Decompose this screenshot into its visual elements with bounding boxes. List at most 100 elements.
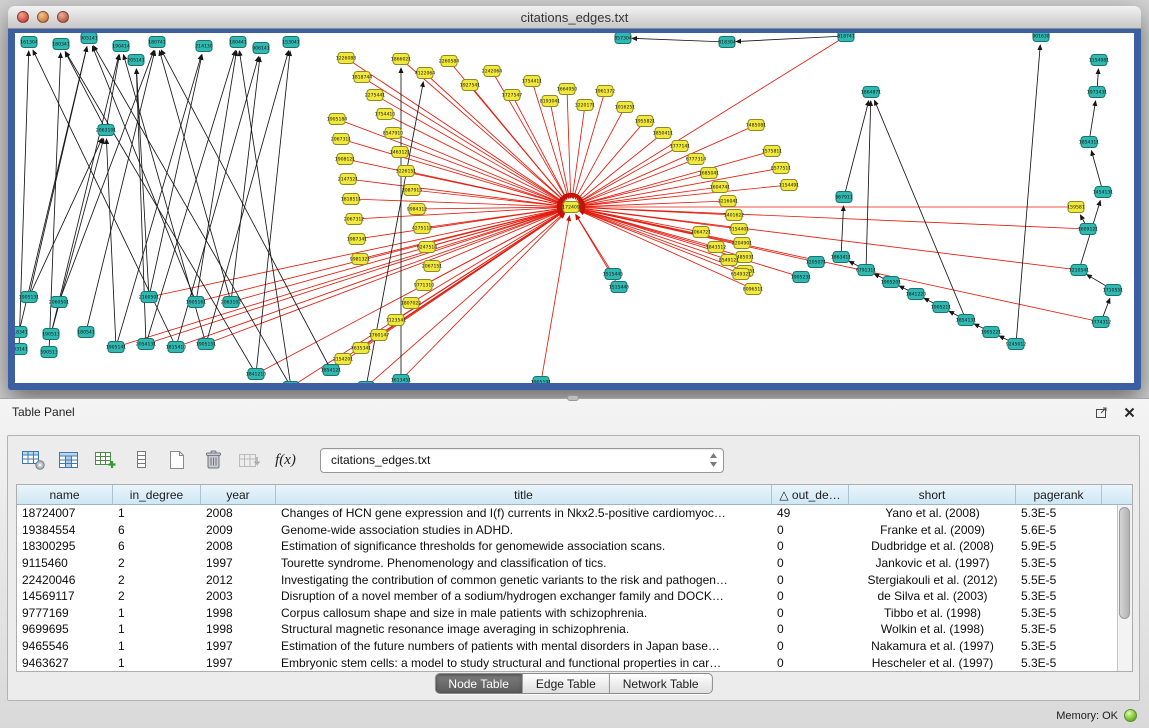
graph-node[interactable]: 1727547 [502, 90, 523, 101]
graph-node[interactable]: 1908121 [335, 154, 356, 165]
table-row[interactable]: 1938455462009Genome-wide association stu… [17, 522, 1132, 539]
graph-node[interactable]: 1016251 [615, 102, 636, 113]
graph-node[interactable]: 214130 [195, 41, 213, 52]
table-row[interactable]: 946362711997Embryonic stem cells: a mode… [17, 654, 1132, 671]
new-file-icon[interactable] [164, 447, 191, 473]
graph-edge[interactable] [366, 213, 564, 383]
graph-edge[interactable] [19, 51, 29, 349]
graph-node[interactable]: 1905191 [531, 377, 552, 384]
graph-node[interactable]: 1850411 [653, 128, 674, 139]
graph-node[interactable]: 1664950 [557, 84, 578, 95]
minimize-button[interactable] [37, 11, 49, 23]
graph-edge[interactable] [146, 210, 562, 344]
graph-node[interactable]: 7123541 [386, 315, 407, 326]
graph-node[interactable]: 1205071 [806, 257, 827, 268]
table-options-icon[interactable] [20, 447, 47, 473]
graph-edge[interactable] [1091, 151, 1103, 192]
graph-node[interactable]: 905141 [80, 33, 98, 44]
tab-edge-table[interactable]: Edge Table [523, 674, 610, 693]
tab-network-table[interactable]: Network Table [610, 674, 712, 693]
graph-node[interactable]: 172409 [562, 202, 580, 213]
new-table-icon[interactable] [92, 447, 119, 473]
graph-node[interactable]: 1973431 [1087, 87, 1108, 98]
graph-node[interactable]: 1927541 [460, 80, 481, 91]
graph-node[interactable]: 1905131 [19, 292, 40, 303]
graph-node[interactable]: 2054131 [136, 339, 157, 350]
graph-edge[interactable] [231, 57, 260, 302]
close-button[interactable] [17, 11, 29, 23]
graph-node[interactable]: 1905161 [186, 297, 207, 308]
row-tools-icon[interactable] [128, 447, 155, 473]
graph-node[interactable]: 1905231 [791, 272, 812, 283]
graph-node[interactable]: 1866021 [391, 54, 412, 65]
graph-edge[interactable] [106, 55, 119, 130]
graph-node[interactable]: 3220171 [575, 100, 596, 111]
graph-edge[interactable] [580, 208, 1079, 270]
graph-edge[interactable] [580, 173, 709, 205]
graph-node[interactable]: 1064721 [691, 227, 712, 238]
graph-node[interactable]: 9984312 [407, 204, 428, 215]
column-header-pagerank[interactable]: pagerank [1016, 485, 1102, 504]
graph-node[interactable]: 8547910 [383, 128, 404, 139]
graph-node[interactable]: 1905211 [931, 302, 952, 313]
graph-node[interactable]: 1154491 [779, 180, 800, 191]
graph-node[interactable]: 8549121 [719, 255, 740, 266]
graph-edge[interactable] [411, 212, 563, 303]
graph-node[interactable]: 3226151 [396, 166, 417, 177]
table-row[interactable]: 969969511998Structural magnetic resonanc… [17, 621, 1132, 638]
graph-node[interactable]: 1515446 [609, 282, 630, 293]
graph-edge[interactable] [425, 73, 564, 201]
column-header-in_degree[interactable]: in_degree [113, 485, 201, 504]
graph-node[interactable]: 1905184 [327, 114, 348, 125]
graph-node[interactable]: 6791311 [856, 265, 877, 276]
graph-node[interactable]: 2204901 [732, 238, 753, 249]
graph-node[interactable]: 1818744 [352, 72, 373, 83]
column-header-short[interactable]: short [849, 485, 1016, 504]
network-canvas[interactable]: 1724091226088181874422754411754410854791… [15, 33, 1134, 383]
graph-node[interactable]: 180441 [229, 37, 247, 48]
graph-node[interactable]: 9154401 [729, 224, 750, 235]
graph-node[interactable]: 1604741 [710, 182, 731, 193]
network-table-selector[interactable]: citations_edges.txt [320, 448, 724, 473]
graph-node[interactable]: 153041 [282, 37, 300, 48]
graph-edge[interactable] [580, 168, 781, 205]
graph-node[interactable]: 1226088 [336, 53, 357, 64]
graph-node[interactable]: 8193041 [540, 96, 561, 107]
table-row[interactable]: 1872400712008Changes of HCN gene express… [17, 505, 1132, 522]
graph-node[interactable]: 1685041 [699, 168, 720, 179]
graph-edge[interactable] [541, 216, 569, 382]
graph-node[interactable]: 7485081 [746, 120, 767, 131]
graph-node[interactable]: 180341 [52, 39, 70, 50]
graph-node[interactable]: 8577511 [771, 163, 792, 174]
graph-node[interactable]: 8096511 [743, 284, 764, 295]
graph-edge[interactable] [345, 159, 562, 205]
graph-node[interactable]: 1854121 [321, 365, 342, 376]
graph-node[interactable]: 2260584 [439, 56, 460, 67]
zoom-button[interactable] [57, 11, 69, 23]
graph-node[interactable]: 4122064 [415, 68, 436, 79]
graph-node[interactable]: 190513 [42, 329, 60, 340]
table-row[interactable]: 977716911998Corpus callosum shape and si… [17, 605, 1132, 622]
graph-node[interactable]: 1841210 [246, 369, 267, 380]
close-panel-icon[interactable] [1121, 404, 1137, 420]
graph-node[interactable]: 1609121 [1078, 224, 1099, 235]
function-builder-icon[interactable]: f(x) [272, 447, 299, 473]
graph-node[interactable]: 1454131 [1093, 187, 1114, 198]
graph-node[interactable]: 180541 [77, 327, 95, 338]
graph-edge[interactable] [206, 210, 563, 344]
graph-node[interactable]: 1515445 [603, 269, 624, 280]
window-titlebar[interactable]: citations_edges.txt [8, 6, 1141, 29]
graph-edge[interactable] [116, 210, 562, 347]
graph-edge[interactable] [239, 51, 291, 383]
graph-node[interactable]: 2067312 [344, 214, 365, 225]
graph-node[interactable]: 1905141 [106, 342, 127, 353]
graph-node[interactable]: 6549321 [731, 269, 752, 280]
graph-node[interactable]: 1754411 [522, 76, 543, 87]
graph-edge[interactable] [256, 51, 290, 374]
tab-node-table[interactable]: Node Table [435, 674, 523, 693]
graph-node[interactable]: 2063102 [221, 297, 242, 308]
graph-edge[interactable] [196, 209, 562, 302]
graph-edge[interactable] [432, 211, 563, 266]
graph-node[interactable]: 1760147 [369, 330, 390, 341]
graph-edge[interactable] [841, 206, 844, 257]
